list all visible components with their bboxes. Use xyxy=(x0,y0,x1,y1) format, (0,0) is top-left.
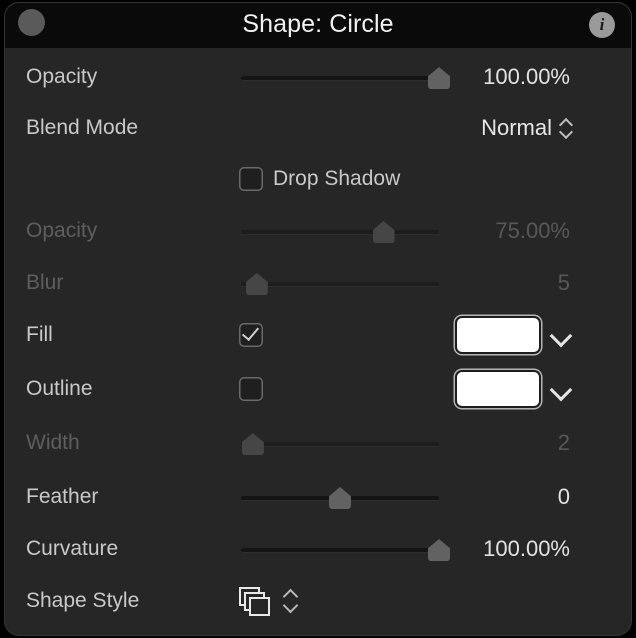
color-well-outline[interactable] xyxy=(457,372,539,406)
label-shape-style: Shape Style xyxy=(26,589,140,612)
value-feather[interactable]: 0 xyxy=(558,470,570,524)
checkbox-fill[interactable] xyxy=(239,322,263,347)
checkbox-drop-shadow[interactable] xyxy=(239,167,263,191)
label-drop-shadow: Drop Shadow xyxy=(273,167,401,190)
value-blur[interactable]: 5 xyxy=(558,256,570,310)
row-curvature: Curvature 100.00% xyxy=(5,522,631,576)
slider-track xyxy=(241,442,439,446)
blend-mode-popup[interactable]: Normal xyxy=(481,101,574,155)
row-outline: Outline xyxy=(5,362,631,416)
label-blur: Blur xyxy=(26,271,64,294)
slider-blur[interactable] xyxy=(241,256,439,310)
slider-feather[interactable] xyxy=(241,470,439,524)
label-width: Width xyxy=(26,431,80,454)
panel-body: Opacity 100.00% Blend Mode Normal Drop S… xyxy=(5,48,631,635)
shape-inspector-window: Shape: Circle i Opacity 100.00% Blend Mo… xyxy=(5,3,631,635)
slider-opacity[interactable] xyxy=(241,50,450,104)
blend-mode-value: Normal xyxy=(481,115,552,140)
label-shadow-opacity: Opacity xyxy=(26,219,98,242)
row-shape-style: Shape Style xyxy=(5,574,631,628)
row-blur: Blur 5 xyxy=(5,256,631,310)
slider-thumb[interactable] xyxy=(329,487,351,509)
label-outline: Outline xyxy=(26,377,93,400)
chevron-down-icon[interactable] xyxy=(549,378,573,402)
value-curvature[interactable]: 100.00% xyxy=(483,522,570,576)
slider-shadow-opacity[interactable] xyxy=(241,204,439,258)
slider-track xyxy=(241,76,439,80)
slider-track xyxy=(241,230,439,234)
chevron-down-icon[interactable] xyxy=(549,324,573,348)
value-width[interactable]: 2 xyxy=(558,416,570,470)
check-icon xyxy=(241,322,260,342)
color-well-fill[interactable] xyxy=(457,318,539,352)
layered-shapes-icon[interactable] xyxy=(239,587,271,617)
layer-front xyxy=(249,597,270,616)
slider-thumb[interactable] xyxy=(241,433,264,455)
up-down-chevron-icon xyxy=(560,117,574,139)
row-drop-shadow: Drop Shadow xyxy=(5,152,631,206)
titlebar: Shape: Circle i xyxy=(5,3,631,48)
slider-thumb[interactable] xyxy=(245,273,268,295)
checkbox-outline[interactable] xyxy=(239,377,263,401)
label-curvature: Curvature xyxy=(26,537,119,560)
slider-curvature[interactable] xyxy=(241,522,450,576)
value-opacity[interactable]: 100.00% xyxy=(483,50,570,104)
label-feather: Feather xyxy=(26,485,99,508)
info-icon[interactable]: i xyxy=(589,12,615,38)
slider-track xyxy=(241,548,439,552)
row-feather: Feather 0 xyxy=(5,470,631,524)
slider-thumb[interactable] xyxy=(372,221,395,243)
slider-thumb[interactable] xyxy=(428,67,450,89)
row-blend-mode: Blend Mode Normal xyxy=(5,101,631,155)
value-shadow-opacity[interactable]: 75.00% xyxy=(495,204,570,258)
row-shadow-opacity: Opacity 75.00% xyxy=(5,204,631,258)
up-down-chevron-icon[interactable] xyxy=(283,588,299,616)
row-fill: Fill xyxy=(5,308,631,362)
slider-track xyxy=(241,282,439,286)
label-opacity: Opacity xyxy=(26,65,98,88)
slider-width[interactable] xyxy=(241,416,439,470)
label-fill: Fill xyxy=(26,323,53,346)
window-title: Shape: Circle xyxy=(242,10,394,38)
label-blend-mode: Blend Mode xyxy=(26,116,139,139)
slider-thumb[interactable] xyxy=(428,539,450,561)
row-width: Width 2 xyxy=(5,416,631,470)
row-opacity: Opacity 100.00% xyxy=(5,50,631,104)
